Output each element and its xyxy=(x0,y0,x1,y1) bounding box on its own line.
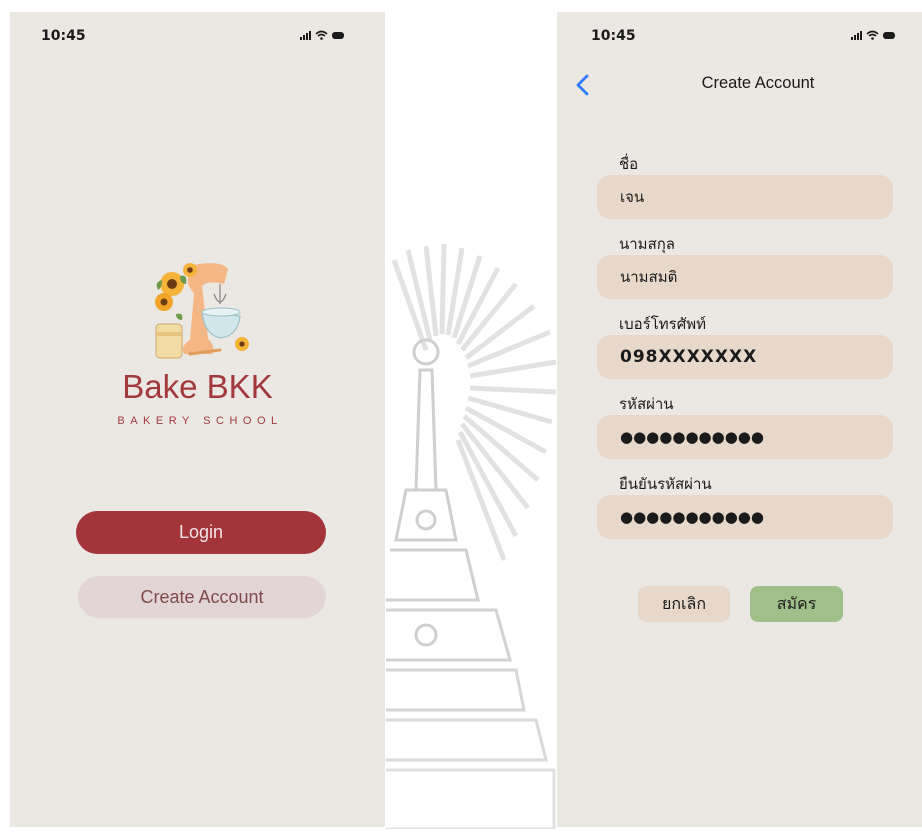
wifi-icon xyxy=(866,30,879,40)
confirm-password-label: ยืนยันรหัสผ่าน xyxy=(619,475,712,493)
status-icons xyxy=(851,28,895,42)
create-account-screen: 10:45 Create Account ชื่อ เจน นามสกุล นา… xyxy=(557,12,922,827)
status-time: 10:45 xyxy=(41,28,86,44)
phone-field[interactable]: 098XXXXXXX xyxy=(597,335,893,379)
page-title: Create Account xyxy=(701,74,815,92)
last-name-field[interactable]: นามสมติ xyxy=(597,255,893,299)
cancel-button[interactable]: ยกเลิก xyxy=(638,586,730,622)
signal-icon xyxy=(851,30,862,40)
wifi-icon xyxy=(315,30,328,40)
signal-icon xyxy=(300,30,311,40)
password-field[interactable]: ●●●●●●●●●●● xyxy=(597,415,893,459)
bakery-logo-icon xyxy=(150,254,250,369)
login-button[interactable]: Login xyxy=(76,511,326,554)
first-name-field[interactable]: เจน xyxy=(597,175,893,219)
status-icons xyxy=(300,28,344,42)
last-name-label: นามสกุล xyxy=(619,235,675,253)
status-time: 10:45 xyxy=(591,28,636,44)
phone-label: เบอร์โทรศัพท์ xyxy=(619,315,707,333)
emblem-watermark xyxy=(386,240,557,831)
register-button[interactable]: สมัคร xyxy=(750,586,843,622)
battery-icon xyxy=(883,31,895,39)
battery-icon xyxy=(332,31,344,39)
confirm-password-field[interactable]: ●●●●●●●●●●● xyxy=(597,495,893,539)
password-label: รหัสผ่าน xyxy=(619,395,674,413)
brand-title: Bake BKK xyxy=(122,368,273,405)
login-screen: 10:45 Bake BKK BAKERY SCHOOL Login Creat… xyxy=(10,12,385,827)
brand-subtitle: BAKERY SCHOOL xyxy=(117,415,283,427)
first-name-label: ชื่อ xyxy=(619,155,639,173)
create-account-button[interactable]: Create Account xyxy=(78,576,326,618)
